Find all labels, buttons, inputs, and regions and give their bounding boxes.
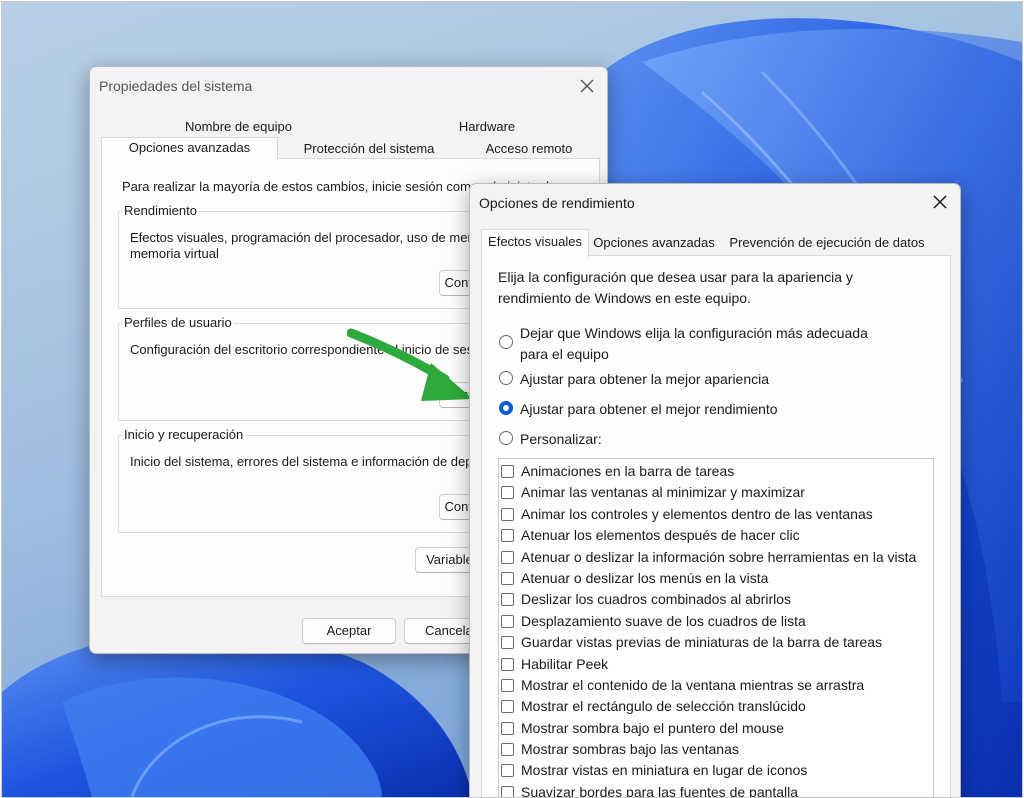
effect-checkbox-row[interactable]: Guardar vistas previas de miniaturas de … <box>499 632 933 653</box>
tab-advanced-options[interactable]: Opciones avanzadas <box>589 233 719 255</box>
effect-checkbox-row[interactable]: Mostrar el rectángulo de selección trans… <box>499 696 933 717</box>
tab-data-execution-prevention[interactable]: Prevención de ejecución de datos <box>721 233 933 255</box>
checkbox[interactable] <box>501 593 514 607</box>
tab-label: Protección del sistema <box>303 141 435 156</box>
intro-text: Elija la configuración que desea usar pa… <box>498 269 853 285</box>
radio-button[interactable] <box>499 371 513 385</box>
effect-checkbox-row[interactable]: Animar las ventanas al minimizar y maxim… <box>499 482 933 503</box>
radio-let-windows-choose[interactable]: Dejar que Windows elija la configuración… <box>499 323 939 365</box>
tab-label: Efectos visuales <box>488 234 582 249</box>
group-title: Rendimiento <box>122 203 199 218</box>
tab-label: Nombre de equipo <box>185 119 292 134</box>
group-title: Inicio y recuperación <box>122 427 246 442</box>
tab-label: Hardware <box>458 119 516 134</box>
checkbox[interactable] <box>501 550 514 564</box>
checkbox-label: Habilitar Peek <box>521 655 609 672</box>
checkbox[interactable] <box>501 486 514 500</box>
checkbox-label: Mostrar el contenido de la ventana mient… <box>521 676 865 693</box>
checkbox-label: Atenuar o deslizar la información sobre … <box>521 548 917 565</box>
checkbox[interactable] <box>501 614 514 628</box>
group-title: Perfiles de usuario <box>122 315 234 330</box>
checkbox-label: Atenuar o deslizar los menús en la vista <box>521 569 769 586</box>
checkbox-label: Mostrar vistas en miniatura en lugar de … <box>521 762 808 779</box>
checkbox[interactable] <box>501 465 514 478</box>
tab-label: Opciones avanzadas <box>593 235 715 250</box>
checkbox-label: Animar las ventanas al minimizar y maxim… <box>521 484 805 501</box>
group-description: memoria virtual <box>130 246 219 261</box>
checkbox[interactable] <box>501 700 514 714</box>
group-description: Efectos visuales, programación del proce… <box>130 230 511 245</box>
performance-options-window: Opciones de rendimiento Efectos visuales… <box>469 183 961 798</box>
checkbox[interactable] <box>501 764 514 778</box>
effect-checkbox-row[interactable]: Mostrar el contenido de la ventana mient… <box>499 675 933 696</box>
effects-checklist[interactable]: Animaciones en la barra de tareas Animar… <box>498 458 934 798</box>
radio-label: Ajustar para obtener el mejor rendimient… <box>520 401 778 417</box>
radio-custom[interactable]: Personalizar: <box>499 429 939 450</box>
radio-button[interactable] <box>499 431 513 445</box>
tab-computer-name[interactable]: Nombre de equipo <box>101 117 376 137</box>
effect-checkbox-row[interactable]: Atenuar o deslizar la información sobre … <box>499 547 933 568</box>
radio-button-selected[interactable] <box>499 401 513 415</box>
tab-advanced-options[interactable]: Opciones avanzadas <box>101 137 278 160</box>
effect-checkbox-row[interactable]: Mostrar sombras bajo las ventanas <box>499 739 933 760</box>
checkbox[interactable] <box>501 507 514 521</box>
tab-label: Acceso remoto <box>485 141 573 156</box>
checkbox-label: Mostrar el rectángulo de selección trans… <box>521 698 806 715</box>
checkbox-label: Animar los controles y elementos dentro … <box>521 505 873 522</box>
effect-checkbox-row[interactable]: Animar los controles y elementos dentro … <box>499 504 933 525</box>
radio-label: Personalizar: <box>520 431 602 447</box>
desktop-wallpaper: Propiedades del sistema Nombre de equipo… <box>1 1 1023 798</box>
checkbox-label: Desplazamiento suave de los cuadros de l… <box>521 612 806 629</box>
effect-checkbox-row[interactable]: Mostrar vistas en miniatura en lugar de … <box>499 760 933 781</box>
checkbox-label: Guardar vistas previas de miniaturas de … <box>521 634 883 651</box>
close-icon[interactable] <box>577 76 597 96</box>
tab-visual-effects[interactable]: Efectos visuales <box>481 229 589 257</box>
checkbox-label: Atenuar los elementos después de hacer c… <box>521 527 800 544</box>
effect-checkbox-row[interactable]: Suavizar bordes para las fuentes de pant… <box>499 782 933 798</box>
tab-hardware[interactable]: Hardware <box>376 117 598 137</box>
effect-checkbox-row[interactable]: Animaciones en la barra de tareas <box>499 461 933 482</box>
checkbox[interactable] <box>501 636 514 650</box>
ok-button[interactable]: Aceptar <box>302 618 396 644</box>
checkbox-label: Animaciones en la barra de tareas <box>521 463 735 479</box>
radio-best-performance[interactable]: Ajustar para obtener el mejor rendimient… <box>499 399 939 420</box>
tab-label: Opciones avanzadas <box>128 140 251 155</box>
checkbox[interactable] <box>501 743 514 757</box>
tab-label: Prevención de ejecución de datos <box>729 235 925 250</box>
effect-checkbox-row[interactable]: Mostrar sombra bajo el puntero del mouse <box>499 718 933 739</box>
effect-checkbox-row[interactable]: Desplazamiento suave de los cuadros de l… <box>499 611 933 632</box>
checkbox[interactable] <box>501 678 514 692</box>
radio-best-appearance[interactable]: Ajustar para obtener la mejor apariencia <box>499 369 939 390</box>
checkbox-label: Deslizar los cuadros combinados al abrir… <box>521 591 792 608</box>
arrow-icon <box>347 328 473 401</box>
checkbox[interactable] <box>501 529 514 543</box>
effect-checkbox-row[interactable]: Atenuar o deslizar los menús en la vista <box>499 568 933 589</box>
tab-remote-access[interactable]: Acceso remoto <box>460 139 598 159</box>
radio-label: Ajustar para obtener la mejor apariencia <box>520 371 770 387</box>
checkbox[interactable] <box>501 571 514 585</box>
checkbox[interactable] <box>501 721 514 735</box>
group-description: Inicio del sistema, errores del sistema … <box>130 454 516 469</box>
intro-text: rendimiento de Windows en este equipo. <box>498 290 751 306</box>
checkbox[interactable] <box>501 785 514 797</box>
radio-label: para el equipo <box>520 346 609 362</box>
checkbox[interactable] <box>501 657 514 671</box>
radio-button[interactable] <box>499 335 513 349</box>
tab-system-protection[interactable]: Protección del sistema <box>280 139 458 159</box>
close-icon[interactable] <box>930 192 950 212</box>
checkbox-label: Mostrar sombra bajo el puntero del mouse <box>521 719 785 736</box>
effect-checkbox-row[interactable]: Atenuar los elementos después de hacer c… <box>499 525 933 546</box>
checkbox-label: Mostrar sombras bajo las ventanas <box>521 741 739 758</box>
checkbox-label: Suavizar bordes para las fuentes de pant… <box>521 783 799 798</box>
radio-label: Dejar que Windows elija la configuración… <box>520 325 868 341</box>
effect-checkbox-row[interactable]: Habilitar Peek <box>499 654 933 675</box>
system-properties-title: Propiedades del sistema <box>99 78 253 94</box>
performance-options-title: Opciones de rendimiento <box>479 195 635 211</box>
effect-checkbox-row[interactable]: Deslizar los cuadros combinados al abrir… <box>499 589 933 610</box>
visual-effects-panel: Elija la configuración que desea usar pa… <box>481 255 951 798</box>
